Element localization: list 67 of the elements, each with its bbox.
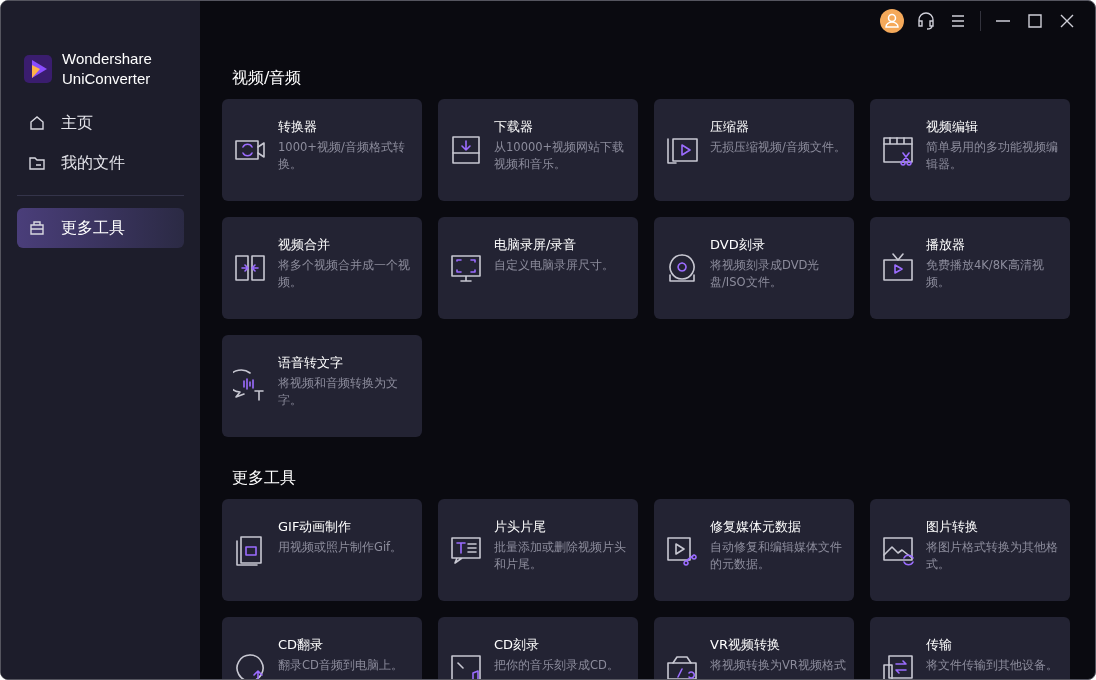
folder-icon <box>29 155 45 171</box>
tool-description: 将视频刻录成DVD光盘/ISO文件。 <box>710 257 821 291</box>
tool-card[interactable]: 压缩器 无损压缩视频/音频文件。 <box>654 99 854 201</box>
tool-title: 视频编辑 <box>926 118 979 136</box>
tool-title: CD刻录 <box>494 636 541 654</box>
tool-description: 批量添加或删除视频片头和片尾。 <box>494 539 627 573</box>
tool-card[interactable]: CD翻录 翻录CD音频到电脑上。 <box>222 617 422 679</box>
home-icon <box>29 115 45 131</box>
tool-description: 将文件传输到其他设备。 <box>926 657 1058 674</box>
tool-card[interactable]: 图片转换 将图片格式转换为其他格式。 <box>870 499 1070 601</box>
tool-card[interactable]: 语音转文字 将视频和音频转换为文字。 <box>222 335 422 437</box>
tool-card[interactable]: 播放器 免费播放4K/8K高清视频。 <box>870 217 1070 319</box>
tool-title: 修复媒体元数据 <box>710 518 802 536</box>
tool-card[interactable]: VR视频转换 将视频转换为VR视频格式 <box>654 617 854 679</box>
tool-title: GIF动画制作 <box>278 518 353 536</box>
user-avatar-icon[interactable] <box>880 9 904 33</box>
sidebar-item[interactable]: 主页 <box>17 103 184 143</box>
tool-card[interactable]: 片头片尾 批量添加或删除视频片头和片尾。 <box>438 499 638 601</box>
tool-title: 视频合并 <box>278 236 331 254</box>
sidebar-item[interactable]: 更多工具 <box>17 208 184 248</box>
headset-icon[interactable] <box>916 11 936 31</box>
tool-description: 简单易用的多功能视频编辑器。 <box>926 139 1059 173</box>
tool-description: 将图片格式转换为其他格式。 <box>926 539 1059 573</box>
tool-card[interactable]: 传输 将文件传输到其他设备。 <box>870 617 1070 679</box>
tool-description: 从10000+视频网站下载视频和音乐。 <box>494 139 626 173</box>
tool-title: 传输 <box>926 636 953 654</box>
tool-title: CD翻录 <box>278 636 325 654</box>
sidebar-item[interactable]: 我的文件 <box>17 143 184 183</box>
tool-title: 语音转文字 <box>278 354 344 372</box>
tool-title: 压缩器 <box>710 118 750 136</box>
tool-description: 翻录CD音频到电脑上。 <box>278 657 403 674</box>
tool-card[interactable]: 下载器 从10000+视频网站下载视频和音乐。 <box>438 99 638 201</box>
tool-title: 转换器 <box>278 118 318 136</box>
tool-title: VR视频转换 <box>710 636 781 654</box>
tool-description: 无损压缩视频/音频文件。 <box>710 139 846 156</box>
tool-card[interactable]: 修复媒体元数据 自动修复和编辑媒体文件的元数据。 <box>654 499 854 601</box>
tool-description: 自动修复和编辑媒体文件的元数据。 <box>710 539 843 573</box>
tool-description: 用视频或照片制作Gif。 <box>278 539 403 556</box>
app-name: UniConverter <box>62 69 152 89</box>
tool-description: 自定义电脑录屏尺寸。 <box>494 257 614 274</box>
tool-description: 将多个视频合并成一个视频。 <box>278 257 411 291</box>
tool-card[interactable]: DVD刻录 将视频刻录成DVD光盘/ISO文件。 <box>654 217 854 319</box>
tool-card[interactable]: 视频合并 将多个视频合并成一个视频。 <box>222 217 422 319</box>
app-logo-icon <box>24 55 52 83</box>
tool-description: 将视频和音频转换为文字。 <box>278 375 399 409</box>
tool-card[interactable]: CD刻录 把你的音乐刻录成CD。 <box>438 617 638 679</box>
tool-title: 下载器 <box>494 118 534 136</box>
maximize-icon[interactable] <box>1025 11 1045 31</box>
tool-card[interactable]: 视频编辑 简单易用的多功能视频编辑器。 <box>870 99 1070 201</box>
tool-description: 免费播放4K/8K高清视频。 <box>926 257 1045 291</box>
tool-card[interactable]: 电脑录屏/录音 自定义电脑录屏尺寸。 <box>438 217 638 319</box>
tool-title: 图片转换 <box>926 518 979 536</box>
download-tray-icon <box>449 133 483 167</box>
tool-card[interactable]: GIF动画制作 用视频或照片制作Gif。 <box>222 499 422 601</box>
tool-title: 播放器 <box>926 236 966 254</box>
app-name: Wondershare <box>62 49 152 69</box>
tool-card[interactable]: 转换器 1000+视频/音频格式转换。 <box>222 99 422 201</box>
tool-title: 电脑录屏/录音 <box>494 236 578 254</box>
tool-description: 将视频转换为VR视频格式 <box>710 657 846 674</box>
tool-title: DVD刻录 <box>710 236 766 254</box>
tool-description: 把你的音乐刻录成CD。 <box>494 657 619 674</box>
section-title: 更多工具 <box>232 467 297 489</box>
tool-title: 片头片尾 <box>494 518 547 536</box>
tool-description: 1000+视频/音频格式转换。 <box>278 139 406 173</box>
section-title: 视频/音频 <box>232 67 303 89</box>
disc-arrow-icon <box>233 651 267 679</box>
toolbox-icon <box>29 220 45 236</box>
